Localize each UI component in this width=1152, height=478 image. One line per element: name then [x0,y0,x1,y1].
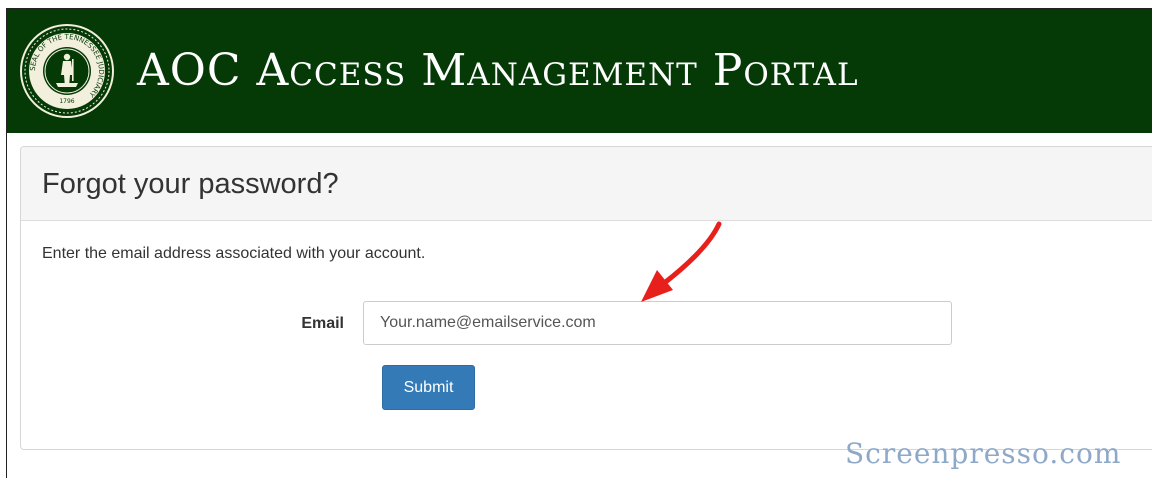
page-title: Forgot your password? [42,168,339,200]
seal-year: 1796 [59,98,74,105]
instructions-text: Enter the email address associated with … [42,245,426,262]
submit-button[interactable]: Submit [382,365,475,410]
red-arrow-icon [641,221,722,302]
portal-header: SEAL OF THE TENNESSEE JUDICIARY 1796 AOC… [7,9,1152,133]
panel-heading: Forgot your password? [21,147,1152,221]
portal-title: AOC Access Management Portal [137,45,859,96]
tennessee-judiciary-seal-icon: SEAL OF THE TENNESSEE JUDICIARY 1796 [20,24,114,118]
page-frame: SEAL OF THE TENNESSEE JUDICIARY 1796 AOC… [6,8,1152,478]
email-label: Email [301,315,344,332]
forgot-password-panel: Forgot your password? Enter the email ad… [20,146,1152,450]
screenpresso-watermark: Screenpresso.com [845,437,1122,470]
